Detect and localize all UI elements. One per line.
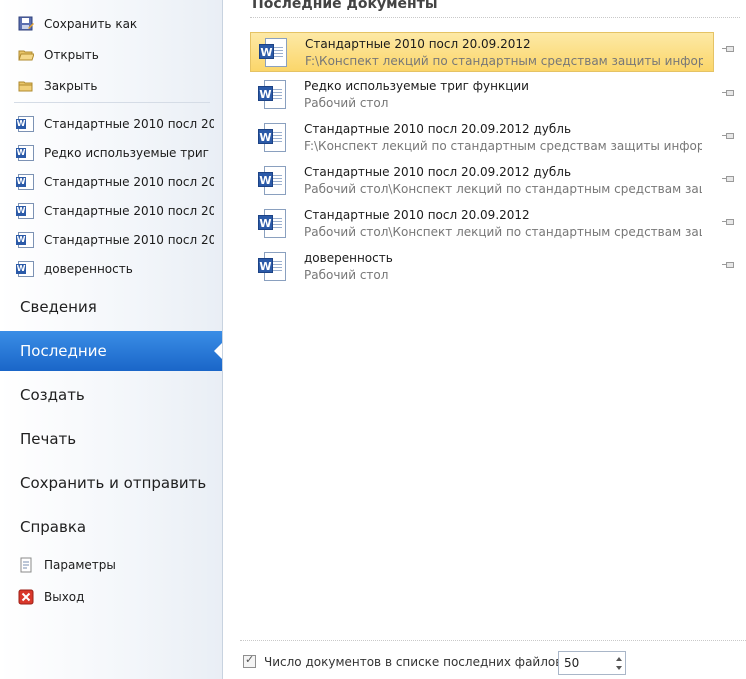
open-label: Открыть [44, 48, 99, 62]
recent-file-item[interactable]: Стандартные 2010 посл 20.... [16, 200, 214, 222]
options-icon [18, 557, 34, 573]
recent-document-row[interactable]: W Стандартные 2010 посл 20.09.2012 дубль… [250, 161, 714, 201]
recent-document-row[interactable]: W Стандартные 2010 посл 20.09.2012 F:\Ко… [250, 32, 714, 72]
options-label: Параметры [44, 558, 116, 572]
recent-count-spinner[interactable]: 50 [558, 651, 626, 675]
spin-up-icon[interactable] [616, 657, 622, 661]
options-command[interactable]: Параметры [18, 553, 218, 577]
pin-icon[interactable] [722, 260, 736, 270]
recent-file-item[interactable]: Стандартные 2010 посл 20.... [16, 171, 214, 193]
separator [14, 102, 210, 103]
nav-help[interactable]: Справка [0, 507, 222, 547]
word-document-icon: W [258, 166, 286, 196]
word-doc-icon [16, 174, 34, 190]
nav-new[interactable]: Создать [0, 375, 222, 415]
document-name: Стандартные 2010 посл 20.09.2012 дубль [304, 165, 572, 179]
nav-recent[interactable]: Последние [0, 331, 222, 371]
recent-count-value: 50 [564, 656, 580, 670]
close-command[interactable]: Закрыть [18, 74, 218, 98]
pin-icon[interactable] [722, 88, 736, 98]
selected-arrow-icon [214, 343, 222, 359]
word-document-icon: W [258, 123, 286, 153]
document-path: F:\Конспект лекций по стандартным средст… [305, 54, 703, 68]
nav-info[interactable]: Сведения [0, 287, 222, 327]
page-title: Последние документы [252, 0, 438, 12]
recent-document-row[interactable]: W Стандартные 2010 посл 20.09.2012 Рабоч… [250, 204, 714, 244]
pin-icon[interactable] [722, 217, 736, 227]
recent-file-item[interactable]: Стандартные 2010 посл 20.... [16, 229, 214, 251]
recent-count-checkbox[interactable] [243, 653, 256, 668]
save-as-icon [18, 16, 34, 32]
document-path: Рабочий стол\Конспект лекций по стандарт… [304, 225, 702, 239]
exit-command[interactable]: Выход [18, 585, 218, 609]
open-folder-icon [18, 47, 35, 63]
word-document-icon: W [259, 38, 287, 68]
nav-recent-label: Последние [20, 342, 107, 360]
nav-print[interactable]: Печать [0, 419, 222, 459]
recent-file-label: Стандартные 2010 посл 20.... [44, 204, 214, 218]
recent-file-item[interactable]: Стандартные 2010 посл 20.... [16, 113, 214, 135]
recent-file-label: Стандартные 2010 посл 20.... [44, 233, 214, 247]
word-document-icon: W [258, 80, 286, 110]
recent-file-label: Стандартные 2010 посл 20.... [44, 175, 214, 189]
document-name: Редко используемые триг функции [304, 79, 529, 93]
save-as-command[interactable]: Сохранить как [18, 12, 218, 36]
document-path: Рабочий стол [304, 268, 389, 282]
recent-file-item[interactable]: доверенность [16, 258, 214, 280]
close-folder-icon [18, 78, 34, 94]
pin-icon[interactable] [722, 174, 736, 184]
recent-count-label: Число документов в списке последних файл… [264, 655, 567, 669]
word-doc-icon [16, 232, 34, 248]
word-doc-icon [16, 203, 34, 219]
document-name: Стандартные 2010 посл 20.09.2012 дубль [304, 122, 572, 136]
close-label: Закрыть [44, 79, 98, 93]
exit-icon [18, 589, 34, 605]
recent-count-bar: Число документов в списке последних файл… [240, 641, 746, 679]
recent-document-row[interactable]: W доверенность Рабочий стол [250, 247, 714, 287]
nav-save-send[interactable]: Сохранить и отправить [0, 463, 222, 503]
recent-file-item[interactable]: Редко используемые триг ... [16, 142, 214, 164]
divider [250, 17, 740, 19]
open-command[interactable]: Открыть [18, 43, 218, 67]
recent-document-row[interactable]: W Редко используемые триг функции Рабочи… [250, 75, 714, 115]
pin-icon[interactable] [722, 44, 736, 54]
recent-document-row[interactable]: W Стандартные 2010 посл 20.09.2012 дубль… [250, 118, 714, 158]
spin-down-icon[interactable] [616, 666, 622, 670]
document-path: Рабочий стол [304, 96, 389, 110]
word-doc-icon [16, 116, 34, 132]
backstage-nav: Сохранить как Открыть Закрыть Стандартны… [0, 0, 223, 679]
recent-file-label: Стандартные 2010 посл 20.... [44, 117, 214, 131]
document-path: F:\Конспект лекций по стандартным средст… [304, 139, 702, 153]
save-as-label: Сохранить как [44, 17, 138, 31]
document-name: Стандартные 2010 посл 20.09.2012 [305, 37, 531, 51]
word-document-icon: W [258, 252, 286, 282]
document-name: Стандартные 2010 посл 20.09.2012 [304, 208, 530, 222]
recent-file-label: доверенность [44, 262, 133, 276]
word-doc-icon [16, 145, 34, 161]
document-name: доверенность [304, 251, 393, 265]
word-doc-icon [16, 261, 34, 277]
word-document-icon: W [258, 209, 286, 239]
pin-icon[interactable] [722, 131, 736, 141]
exit-label: Выход [44, 590, 85, 604]
document-path: Рабочий стол\Конспект лекций по стандарт… [304, 182, 702, 196]
recent-file-label: Редко используемые триг ... [44, 146, 214, 160]
